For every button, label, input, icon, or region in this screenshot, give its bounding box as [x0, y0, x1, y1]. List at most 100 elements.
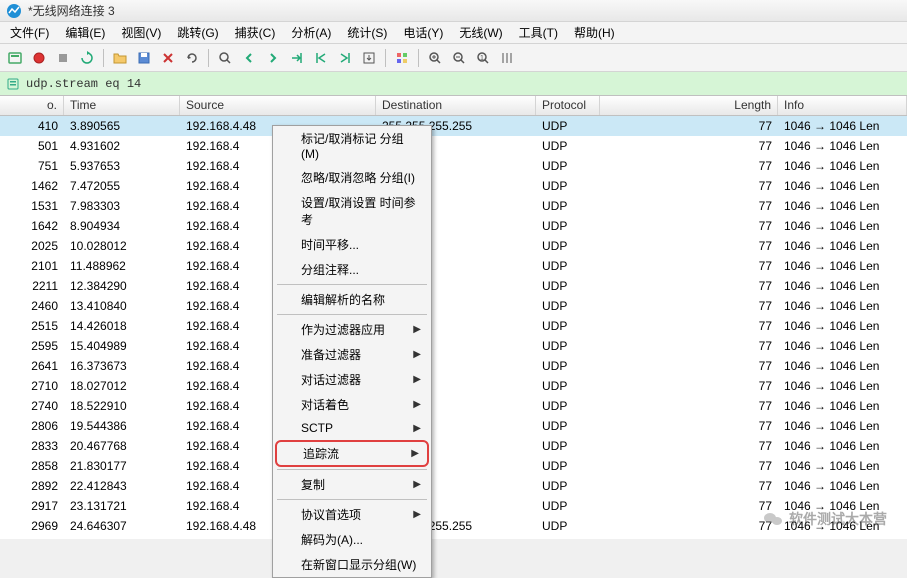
context-menu-item[interactable]: 协议首选项 ▶	[273, 502, 431, 527]
toolbar-zoom-out-icon[interactable]	[448, 47, 470, 69]
table-row[interactable]: 280619.544386192.168.4255UDP771046 → 104…	[0, 416, 907, 436]
context-menu-item[interactable]: 作为过滤器应用▶	[273, 317, 431, 342]
column-header-info[interactable]: Info	[778, 96, 907, 115]
table-row[interactable]: 274018.522910192.168.4255UDP771046 → 104…	[0, 396, 907, 416]
toolbar-go-back-icon[interactable]	[238, 47, 260, 69]
menu-item-9[interactable]: 工具(T)	[511, 21, 566, 44]
toolbar-close-file-icon[interactable]	[157, 47, 179, 69]
toolbar-separator	[385, 49, 386, 67]
menu-item-0[interactable]: 文件(F)	[2, 21, 57, 44]
context-menu-item[interactable]: 编辑解析的名称	[273, 287, 431, 312]
context-menu-item[interactable]: 追踪流▶	[275, 440, 429, 467]
menu-item-7[interactable]: 电话(Y)	[395, 21, 451, 44]
context-menu-item[interactable]: 忽略/取消忽略 分组(I)	[273, 165, 431, 190]
context-menu-separator	[277, 314, 427, 315]
menu-item-4[interactable]: 捕获(C)	[227, 21, 284, 44]
context-menu-item[interactable]: 复制 ▶	[273, 472, 431, 497]
context-menu-item[interactable]: 在新窗口显示分组(W)	[273, 552, 431, 577]
table-row[interactable]: 15317.983303192.168.4255UDP771046 → 1046…	[0, 196, 907, 216]
table-row[interactable]: 4103.890565192.168.4.48255.255.255.255UD…	[0, 116, 907, 136]
menu-item-10[interactable]: 帮助(H)	[566, 21, 623, 44]
toolbar-find-packet-icon[interactable]	[214, 47, 236, 69]
packet-list[interactable]: o. Time Source Destination Protocol Leng…	[0, 96, 907, 539]
context-menu-separator	[277, 499, 427, 500]
toolbar-restart-capture-icon[interactable]	[76, 47, 98, 69]
toolbar-colorize-icon[interactable]	[391, 47, 413, 69]
wireshark-icon	[6, 3, 22, 19]
menu-item-1[interactable]: 编辑(E)	[57, 21, 113, 44]
toolbar-zoom-in-icon[interactable]	[424, 47, 446, 69]
menu-item-2[interactable]: 视图(V)	[113, 21, 169, 44]
chevron-right-icon: ▶	[413, 423, 421, 434]
toolbar-go-forward-icon[interactable]	[262, 47, 284, 69]
toolbar: 1	[0, 44, 907, 72]
context-menu-item-label: 对话着色	[301, 396, 349, 413]
chevron-right-icon: ▶	[413, 374, 421, 385]
column-header-no[interactable]: o.	[0, 96, 64, 115]
toolbar-go-first-icon[interactable]	[310, 47, 332, 69]
toolbar-interface-list-icon[interactable]	[4, 47, 26, 69]
toolbar-separator	[103, 49, 104, 67]
toolbar-auto-scroll-icon[interactable]	[358, 47, 380, 69]
watermark-text: 软件测试大本营	[789, 509, 887, 529]
context-menu-item[interactable]: 对话过滤器▶	[273, 367, 431, 392]
context-menu-item-label: 作为过滤器应用	[301, 321, 385, 338]
table-row[interactable]: 14627.472055192.168.4255UDP771046 → 1046…	[0, 176, 907, 196]
toolbar-open-file-icon[interactable]	[109, 47, 131, 69]
display-filter-input[interactable]	[26, 77, 901, 91]
toolbar-reload-icon[interactable]	[181, 47, 203, 69]
chevron-right-icon: ▶	[413, 479, 421, 490]
table-row[interactable]: 271018.027012192.168.4255UDP771046 → 104…	[0, 376, 907, 396]
table-row[interactable]: 7515.937653192.168.4255UDP771046 → 1046 …	[0, 156, 907, 176]
column-header-time[interactable]: Time	[64, 96, 180, 115]
table-row[interactable]: 283320.467768192.168.4255UDP771046 → 104…	[0, 436, 907, 456]
context-menu-separator	[277, 284, 427, 285]
toolbar-go-last-icon[interactable]	[334, 47, 356, 69]
menu-item-6[interactable]: 统计(S)	[339, 21, 395, 44]
toolbar-zoom-reset-icon[interactable]: 1	[472, 47, 494, 69]
table-row[interactable]: 202510.028012192.168.4255UDP771046 → 104…	[0, 236, 907, 256]
table-row[interactable]: 289222.412843192.168.4255UDP771046 → 104…	[0, 476, 907, 496]
toolbar-start-capture-icon[interactable]	[28, 47, 50, 69]
chevron-right-icon: ▶	[413, 509, 421, 520]
context-menu-item-label: 分组注释...	[301, 261, 359, 278]
table-row[interactable]: 5014.931602192.168.4255UDP771046 → 1046 …	[0, 136, 907, 156]
context-menu-item[interactable]: 对话着色▶	[273, 392, 431, 417]
table-row[interactable]: 16428.904934192.168.4255UDP771046 → 1046…	[0, 216, 907, 236]
context-menu-item-label: 复制	[301, 476, 325, 493]
table-row[interactable]: 210111.488962192.168.4255UDP771046 → 104…	[0, 256, 907, 276]
context-menu-item-label: SCTP	[301, 421, 333, 435]
toolbar-save-file-icon[interactable]	[133, 47, 155, 69]
toolbar-go-to-packet-icon[interactable]	[286, 47, 308, 69]
menu-bar: 文件(F)编辑(E)视图(V)跳转(G)捕获(C)分析(A)统计(S)电话(Y)…	[0, 22, 907, 44]
column-header-protocol[interactable]: Protocol	[536, 96, 600, 115]
column-header-source[interactable]: Source	[180, 96, 376, 115]
filter-bookmark-icon[interactable]	[6, 77, 20, 91]
context-menu-item[interactable]: 准备过滤器▶	[273, 342, 431, 367]
context-menu-item[interactable]: 时间平移...	[273, 232, 431, 257]
table-row[interactable]: 285821.830177192.168.4255UDP771046 → 104…	[0, 456, 907, 476]
context-menu-item[interactable]: 分组注释...	[273, 257, 431, 282]
context-menu-item-label: 标记/取消标记 分组(M)	[301, 130, 421, 161]
table-row[interactable]: 259515.404989192.168.4255UDP771046 → 104…	[0, 336, 907, 356]
context-menu-item-label: 时间平移...	[301, 236, 359, 253]
svg-text:1: 1	[480, 55, 484, 62]
menu-item-3[interactable]: 跳转(G)	[169, 21, 226, 44]
toolbar-resize-columns-icon[interactable]	[496, 47, 518, 69]
packet-list-headers: o. Time Source Destination Protocol Leng…	[0, 96, 907, 116]
table-row[interactable]: 264116.373673192.168.4255UDP771046 → 104…	[0, 356, 907, 376]
context-menu-item[interactable]: 解码为(A)...	[273, 527, 431, 552]
column-header-destination[interactable]: Destination	[376, 96, 536, 115]
menu-item-8[interactable]: 无线(W)	[451, 21, 510, 44]
context-menu-item[interactable]: 标记/取消标记 分组(M)	[273, 126, 431, 165]
column-header-length[interactable]: Length	[600, 96, 778, 115]
table-row[interactable]: 251514.426018192.168.4255UDP771046 → 104…	[0, 316, 907, 336]
context-menu-item-label: 协议首选项	[301, 506, 361, 523]
context-menu-item[interactable]: SCTP ▶	[273, 417, 431, 439]
table-row[interactable]: 221112.384290192.168.4255UDP771046 → 104…	[0, 276, 907, 296]
context-menu-item-label: 解码为(A)...	[301, 531, 363, 548]
table-row[interactable]: 246013.410840192.168.4255UDP771046 → 104…	[0, 296, 907, 316]
menu-item-5[interactable]: 分析(A)	[283, 21, 339, 44]
context-menu-item[interactable]: 设置/取消设置 时间参考	[273, 190, 431, 232]
toolbar-stop-capture-icon[interactable]	[52, 47, 74, 69]
